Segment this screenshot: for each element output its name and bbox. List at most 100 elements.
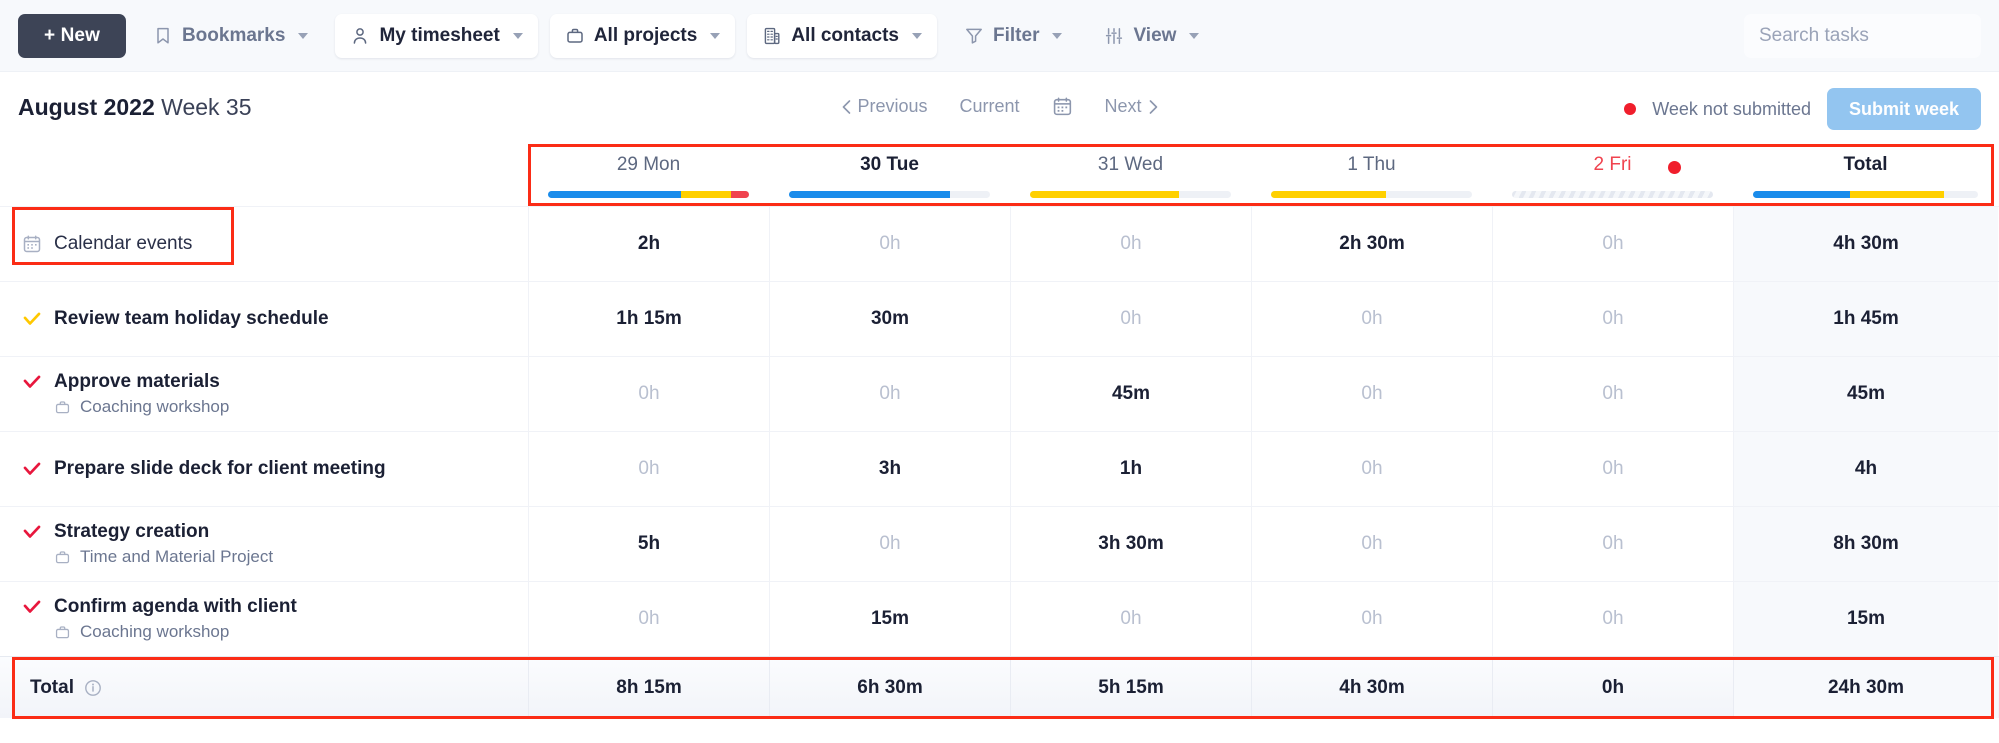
total-time-cell: 6h 30m [769, 657, 1010, 718]
submit-week-button[interactable]: Submit week [1826, 88, 1981, 130]
task-name-cell[interactable]: Review team holiday schedule [0, 282, 528, 356]
time-cell[interactable]: 0h [769, 207, 1010, 281]
chevron-down-icon [710, 32, 721, 39]
table-row[interactable]: Review team holiday schedule 1h 15m 30m 0h 0… [0, 281, 1999, 356]
column-header-thu[interactable]: 1 Thu [1251, 144, 1492, 206]
table-row[interactable]: Approve materials Coaching workshop 0h 0h 4… [0, 356, 1999, 431]
column-header-total[interactable]: Total [1733, 144, 1998, 206]
check-icon [23, 600, 41, 613]
chevron-down-icon [298, 32, 309, 39]
column-header-label: Total [1843, 154, 1888, 175]
next-week-label: Next [1104, 96, 1142, 116]
new-button[interactable]: + New [18, 13, 126, 58]
toolbar-item-view[interactable]: View [1089, 14, 1214, 58]
time-cell[interactable]: 0h [1492, 282, 1733, 356]
column-header-wed[interactable]: 31 Wed [1010, 144, 1251, 206]
time-cell[interactable]: 0h [1492, 582, 1733, 656]
current-week-button[interactable]: Current [943, 96, 1035, 117]
briefcase-icon [54, 549, 71, 566]
time-cell[interactable]: 0h [1492, 357, 1733, 431]
task-name: Confirm agenda with client [54, 596, 297, 617]
time-cell[interactable]: 5h [528, 507, 769, 581]
time-cell[interactable]: 0h [1251, 582, 1492, 656]
previous-week-button[interactable]: Previous [825, 96, 943, 117]
time-cell[interactable]: 1h [1010, 432, 1251, 506]
calendar-icon [1053, 97, 1071, 116]
toolbar-item-my-timesheet[interactable]: My timesheet [335, 13, 538, 58]
current-week-label: Current [959, 96, 1020, 116]
chevron-down-icon [912, 32, 923, 39]
total-label: Total [30, 676, 74, 698]
check-icon [23, 375, 41, 388]
time-cell[interactable]: 0h [1251, 507, 1492, 581]
column-header-tue[interactable]: 30 Tue [769, 144, 1010, 206]
page-header: August 2022 Week 35 Previous Current Nex… [0, 72, 1999, 144]
time-cell[interactable]: 2h 30m [1251, 207, 1492, 281]
toolbar-item-label: My timesheet [379, 24, 500, 46]
search-input[interactable]: Search tasks [1744, 14, 1981, 58]
status-dot-icon [1624, 103, 1637, 115]
task-name-cell[interactable]: Prepare slide deck for client meeting [0, 432, 528, 506]
time-cell[interactable]: 30m [769, 282, 1010, 356]
column-progress-bar [1030, 191, 1231, 198]
toolbar-item-all-contacts[interactable]: All contacts [747, 13, 938, 58]
total-time-cell: 8h 15m [528, 657, 769, 718]
chevron-left-icon [842, 99, 850, 114]
briefcase-icon [567, 28, 583, 43]
time-cell[interactable]: 15m [769, 582, 1010, 656]
time-cell[interactable]: 0h [1010, 582, 1251, 656]
toolbar-item-filter[interactable]: Filter [949, 14, 1077, 58]
task-name-cell[interactable]: Confirm agenda with client Coaching work… [0, 582, 528, 656]
progress-segment [548, 191, 681, 198]
time-cell[interactable]: 0h [1251, 357, 1492, 431]
calendar-icon [23, 235, 41, 253]
briefcase-icon [55, 625, 70, 638]
time-cell[interactable]: 0h [1492, 432, 1733, 506]
time-cell[interactable]: 0h [1251, 282, 1492, 356]
info-icon[interactable] [84, 679, 102, 697]
table-row[interactable]: Calendar events 2h 0h 0h 2h 30m 0h 4h 30m [0, 206, 1999, 281]
time-cell[interactable]: 0h [528, 582, 769, 656]
time-cell[interactable]: 0h [528, 432, 769, 506]
time-cell[interactable]: 0h [769, 507, 1010, 581]
briefcase-icon [54, 399, 71, 416]
task-name-cell[interactable]: Strategy creation Time and Material Proj… [0, 507, 528, 581]
calendar-icon [22, 234, 42, 254]
next-week-button[interactable]: Next [1089, 96, 1174, 117]
task-name-cell[interactable]: Calendar events [0, 207, 528, 281]
grid-total-row: Total 8h 15m 6h 30m 5h 15m 4h 30m 0h 24h 30m [0, 656, 1999, 719]
time-cell[interactable]: 0h [1251, 432, 1492, 506]
column-header-mon[interactable]: 29 Mon [528, 144, 769, 206]
building-icon [765, 27, 780, 44]
time-cell[interactable]: 3h [769, 432, 1010, 506]
page-title: August 2022 Week 35 [18, 94, 252, 121]
bookmark-icon [153, 26, 173, 46]
time-cell[interactable]: 0h [1010, 207, 1251, 281]
time-cell[interactable]: 0h [1492, 507, 1733, 581]
time-cell[interactable]: 3h 30m [1010, 507, 1251, 581]
timesheet-grid: 29 Mon 30 Tue 31 Wed 1 Thu 2 Fri Total Calend… [0, 144, 1999, 719]
table-row[interactable]: Prepare slide deck for client meeting 0h 3… [0, 431, 1999, 506]
time-cell[interactable]: 2h [528, 207, 769, 281]
task-project-name: Coaching workshop [80, 397, 230, 416]
check-icon [23, 525, 41, 538]
table-row[interactable]: Confirm agenda with client Coaching work… [0, 581, 1999, 656]
task-check-icon [22, 597, 42, 618]
time-cell[interactable]: 0h [1010, 282, 1251, 356]
task-check-icon [22, 459, 42, 480]
grid-header-row: 29 Mon 30 Tue 31 Wed 1 Thu 2 Fri Total [0, 144, 1999, 206]
progress-segment [789, 191, 950, 198]
time-cell[interactable]: 0h [528, 357, 769, 431]
toolbar-item-all-projects[interactable]: All projects [549, 13, 736, 58]
time-cell[interactable]: 0h [1492, 207, 1733, 281]
task-name-cell[interactable]: Approve materials Coaching workshop [0, 357, 528, 431]
header-spacer [0, 144, 528, 206]
column-header-fri[interactable]: 2 Fri [1492, 144, 1733, 206]
toolbar-item-bookmarks[interactable]: Bookmarks [138, 14, 324, 58]
calendar-picker-button[interactable] [1036, 96, 1089, 117]
time-cell[interactable]: 1h 15m [528, 282, 769, 356]
table-row[interactable]: Strategy creation Time and Material Proj… [0, 506, 1999, 581]
toolbar-item-label: View [1133, 24, 1177, 46]
time-cell[interactable]: 45m [1010, 357, 1251, 431]
time-cell[interactable]: 0h [769, 357, 1010, 431]
